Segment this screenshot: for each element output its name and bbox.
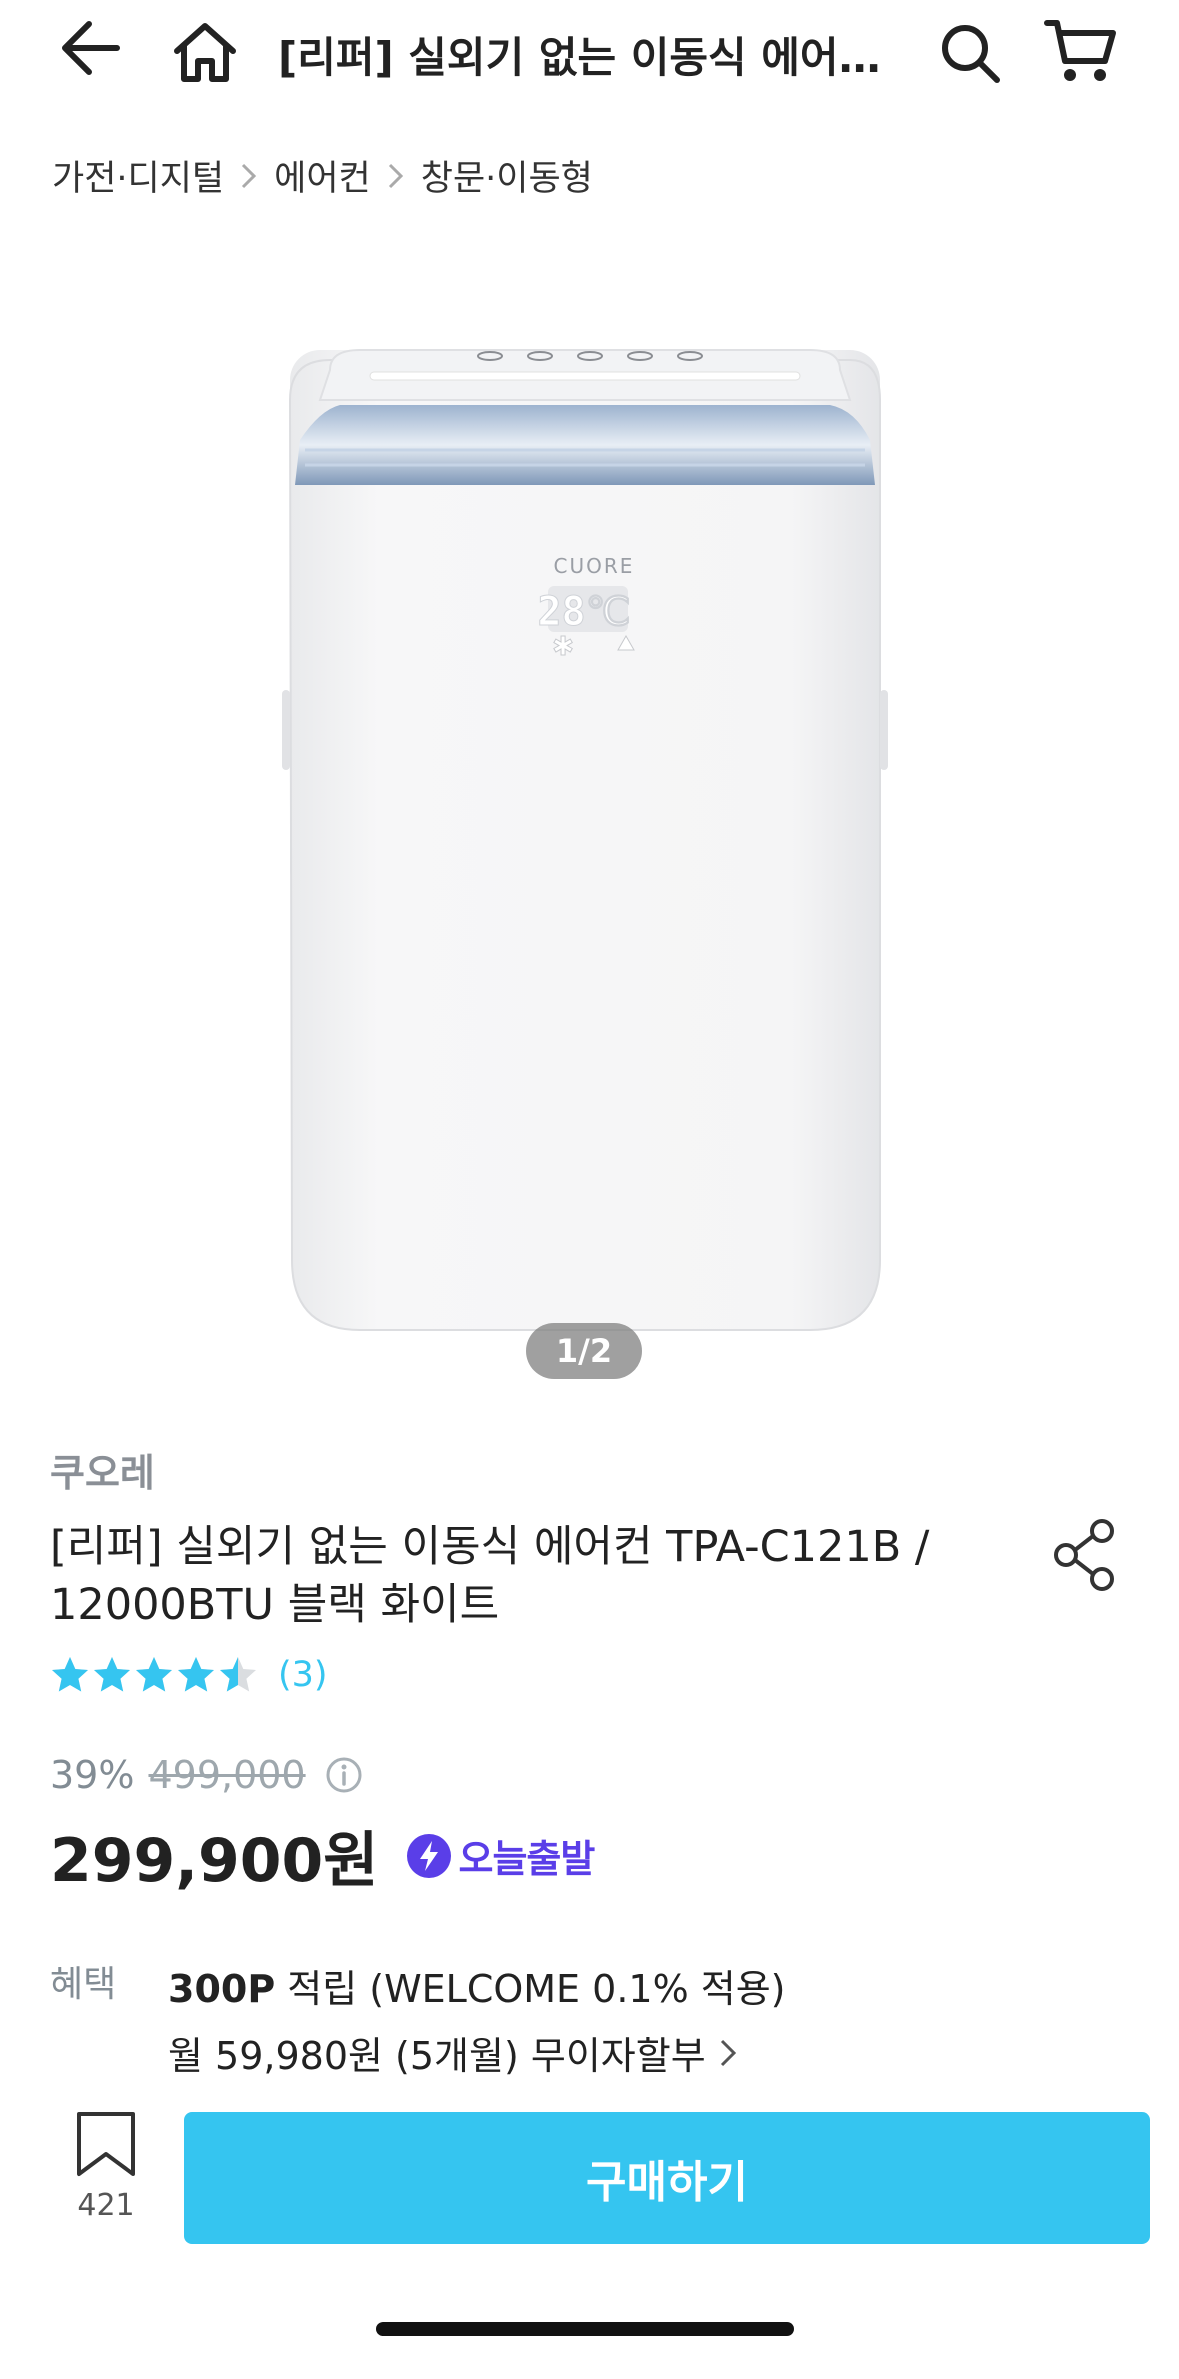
home-indicator [376,2322,794,2336]
info-icon[interactable] [324,1755,364,1795]
cart-button[interactable] [1030,4,1130,100]
delivery-badge: 오늘출발 [406,1828,595,1883]
sale-price: 299,900원 [50,1826,379,1896]
points-detail: 적립 (WELCOME 0.1% 적용) [275,1967,786,2011]
product-title: [리퍼] 실외기 없는 이동식 에어컨 TPA-C121B / 12000BTU… [50,1522,930,1630]
installment-text: 월 59,980원 (5개월) 무이자할부 [168,2034,706,2078]
buy-button[interactable]: 구매하기 [184,2112,1150,2244]
arrow-left-icon [62,21,120,75]
points-benefit: 300P 적립 (WELCOME 0.1% 적용) [168,1958,786,2013]
chevron-right-icon [387,161,405,191]
header-title: [리퍼] 실외기 없는 이동식 에어컨 TPA-C121B / 12000BTU… [278,33,908,82]
original-price: 499,000 [148,1753,306,1797]
bookmark-count: 421 [77,2188,135,2223]
star-rating [50,1655,260,1695]
device-display-temp: 28℃ [537,589,630,635]
top-navigation-bar: [리퍼] 실외기 없는 이동식 에어컨 TPA-C121B / 12000BTU… [0,0,1179,110]
points-amount: 300P [168,1967,276,2011]
bookmark-icon [77,2112,135,2176]
device-brand-text: CUORE [554,554,635,578]
breadcrumb-item[interactable]: 가전·디지털 [52,150,224,201]
image-pager: 1/2 [526,1323,642,1379]
star-icon [220,1657,256,1692]
search-button[interactable] [925,8,1015,98]
bookmark-button[interactable]: 421 [56,2110,156,2240]
portable-air-conditioner-image: CUORE 28℃ ✱ [282,349,888,1331]
price-row: 299,900원 오늘출발 [50,1812,595,1899]
star-icon [52,1657,88,1692]
chevron-right-icon [240,161,258,191]
brand-name[interactable]: 쿠오레 [50,1442,155,1497]
share-button[interactable] [1048,1512,1122,1598]
discount-rate: 39% [50,1753,135,1797]
breadcrumb-item[interactable]: 창문·이동형 [421,150,593,201]
original-price-row: 39% 499,000 [50,1753,364,1797]
cart-icon [1044,20,1116,81]
product-image-carousel[interactable]: CUORE 28℃ ✱ [0,280,1179,1370]
svg-text:✱: ✱ [552,632,574,662]
review-count[interactable]: (3) [278,1655,328,1695]
share-icon [1054,1519,1114,1591]
back-button[interactable] [40,8,140,88]
rating[interactable]: (3) [50,1655,328,1695]
home-button[interactable] [160,8,250,98]
benefit-label: 혜택 [50,1964,117,2005]
chevron-right-icon [720,2039,736,2066]
star-icon [178,1657,214,1692]
delivery-badge-label: 오늘출발 [458,1837,595,1881]
search-icon [942,25,1000,83]
star-icon [94,1657,130,1692]
breadcrumb: 가전·디지털 에어컨 창문·이동형 [52,150,593,201]
breadcrumb-item[interactable]: 에어컨 [274,150,371,201]
installment-benefit[interactable]: 월 59,980원 (5개월) 무이자할부 [168,2025,742,2080]
home-icon [174,23,236,82]
lightning-icon [407,1833,452,1878]
star-icon [136,1657,172,1692]
